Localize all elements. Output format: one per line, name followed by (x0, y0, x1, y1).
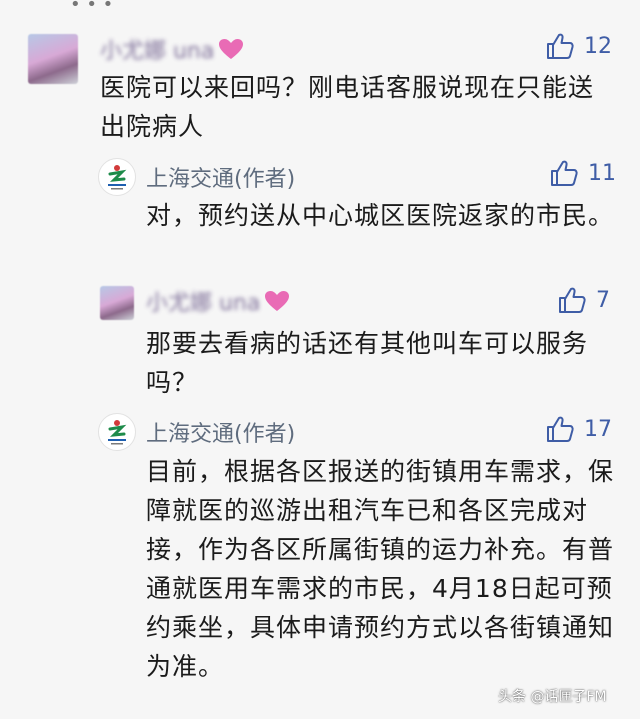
heart-icon (265, 291, 290, 311)
like-count: 11 (588, 160, 616, 186)
watermark: 头条 @话匣子FM (498, 689, 607, 705)
org-avatar[interactable] (98, 158, 136, 196)
thumbs-up-icon (547, 416, 574, 442)
user-avatar[interactable] (100, 286, 134, 320)
thumbs-up-icon (559, 287, 586, 313)
like-button[interactable]: 12 (546, 33, 612, 59)
comment-text: 医院可以来回吗？刚电话客服说现在只能送出院病人 (100, 73, 595, 141)
author-name[interactable]: 小尤娜 una (146, 285, 260, 317)
like-count: 17 (584, 416, 612, 442)
author-name[interactable]: 上海交通(作者) (146, 161, 295, 193)
like-button[interactable]: 7 (558, 287, 610, 313)
comment-text: 目前，根据各区报送的街镇用车需求，保障就医的巡游出租汽车已和各区完成对接，作为各… (146, 457, 615, 681)
shanghai-transport-logo-icon (108, 165, 127, 190)
comment-text: 对，预约送从中心城区医院返家的市民。 (146, 201, 615, 230)
heart-icon (219, 39, 244, 59)
top-partial-dots: • • • (70, 0, 114, 15)
author-name[interactable]: 上海交通(作者) (146, 416, 295, 448)
like-count: 7 (596, 287, 610, 313)
user-avatar[interactable] (28, 34, 78, 84)
org-avatar[interactable] (98, 413, 136, 451)
thumbs-up-icon (551, 160, 578, 186)
like-button[interactable]: 17 (546, 416, 612, 442)
comment-header: 小尤娜 una (146, 285, 290, 317)
comment-text: 那要去看病的话还有其他叫车可以服务吗？ (146, 329, 589, 397)
shanghai-transport-logo-icon (108, 420, 127, 445)
author-name[interactable]: 小尤娜 una (100, 33, 214, 65)
like-count: 12 (584, 33, 612, 59)
like-button[interactable]: 11 (550, 160, 616, 186)
comment-header: 小尤娜 una (100, 33, 244, 65)
thumbs-up-icon (547, 33, 574, 59)
